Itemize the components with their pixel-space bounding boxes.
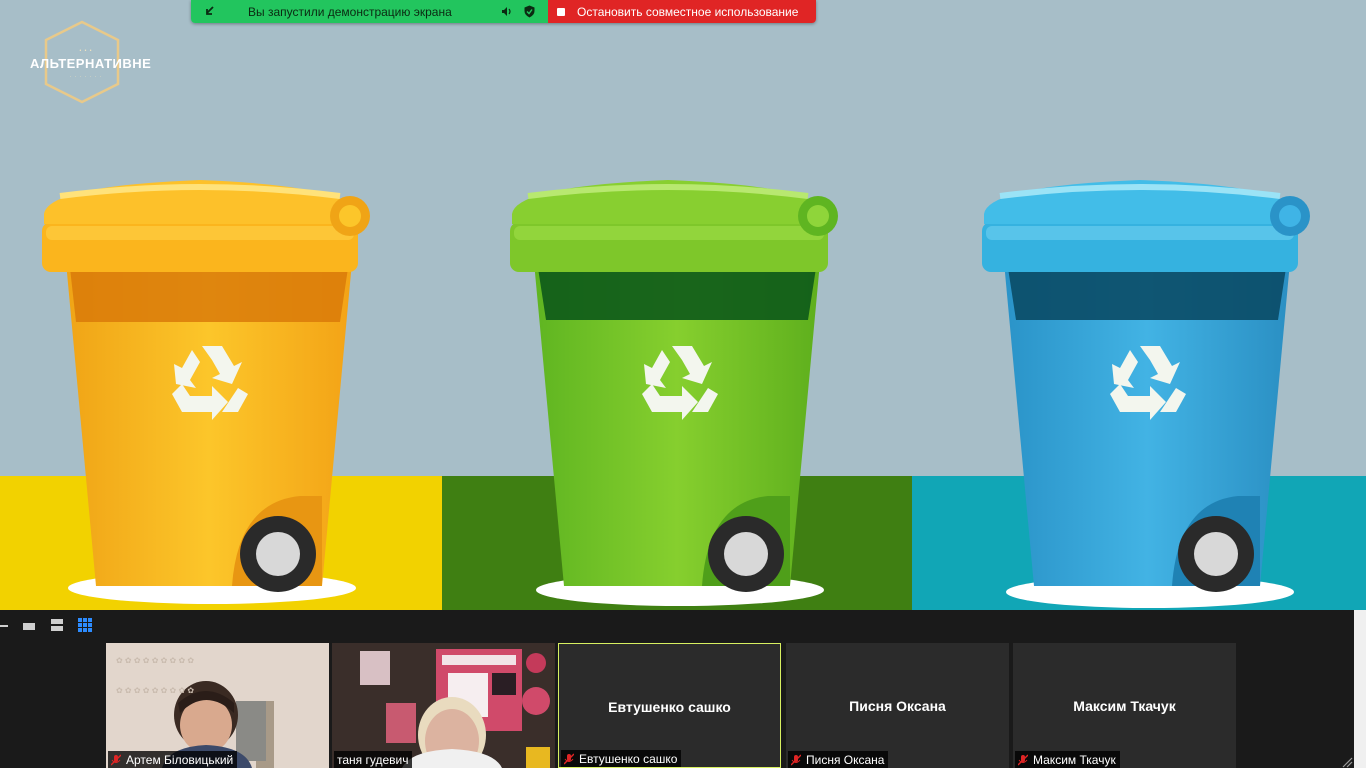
participant-video: ✿ ✿ ✿ ✿ ✿ ✿ ✿ ✿ ✿ ✿ ✿ ✿ ✿ ✿ ✿ ✿ ✿ ✿ xyxy=(106,643,329,768)
participant-display-name: Максим Ткачук xyxy=(1073,698,1176,714)
mic-muted-icon xyxy=(791,754,801,765)
share-banner: Вы запустили демонстрацию экрана Останов… xyxy=(191,0,816,23)
participant-name: Максим Ткачук xyxy=(1033,752,1116,767)
participant-display-name: Евтушенко сашко xyxy=(608,699,731,715)
logo: • • • АЛЬТЕРНАТИВНЕ · · · · · · · xyxy=(30,48,152,80)
shared-slide: • • • АЛЬТЕРНАТИВНЕ · · · · · · · xyxy=(0,0,1366,610)
participant-name: Писня Оксана xyxy=(806,752,885,767)
participant-name-tag: Артем Біловицький xyxy=(108,751,238,768)
stop-sharing-label: Остановить совместное использование xyxy=(577,4,799,19)
sharing-status-bar: Вы запустили демонстрацию экрана xyxy=(191,0,548,23)
mic-muted-icon xyxy=(564,753,574,764)
participant-name-tag: Максим Ткачук xyxy=(1015,751,1120,768)
stop-icon xyxy=(557,7,565,16)
strip-view-icon[interactable] xyxy=(50,617,64,633)
view-controls xyxy=(0,616,106,634)
participant-tile[interactable]: ✿ ✿ ✿ ✿ ✿ ✿ ✿ ✿ ✿ ✿ ✿ ✿ ✿ ✿ ✿ ✿ ✿ ✿ Арте… xyxy=(106,643,329,768)
yellow-bin xyxy=(42,180,370,592)
mic-muted-icon xyxy=(111,754,121,765)
participant-tile[interactable]: таня гудевич xyxy=(332,643,555,768)
share-arrow-icon[interactable] xyxy=(204,6,215,17)
participant-name: таня гудевич xyxy=(337,752,409,767)
svg-text:✿ ✿ ✿ ✿ ✿ ✿ ✿ ✿ ✿: ✿ ✿ ✿ ✿ ✿ ✿ ✿ ✿ ✿ xyxy=(116,656,194,665)
participant-display-name: Писня Оксана xyxy=(849,698,946,714)
minimize-icon[interactable] xyxy=(0,617,8,633)
slide-artwork xyxy=(0,20,1366,610)
shield-icon[interactable] xyxy=(524,5,535,18)
participant-name-tag: Евтушенко сашко xyxy=(561,750,682,767)
svg-text:✿ ✿ ✿ ✿ ✿ ✿ ✿ ✿ ✿: ✿ ✿ ✿ ✿ ✿ ✿ ✿ ✿ ✿ xyxy=(116,686,194,695)
logo-text: АЛЬТЕРНАТИВНЕ xyxy=(30,56,152,71)
speaker-view-icon[interactable] xyxy=(22,617,36,633)
blue-bin xyxy=(982,180,1310,592)
participant-tile-active-speaker[interactable]: Евтушенко сашко Евтушенко сашко xyxy=(558,643,781,768)
participant-name-tag: Писня Оксана xyxy=(788,751,889,768)
speaker-icon[interactable] xyxy=(501,6,513,17)
participant-name: Евтушенко сашко xyxy=(579,751,678,766)
participant-name-tag: таня гудевич xyxy=(334,751,413,768)
sharing-status-text: Вы запустили демонстрацию экрана xyxy=(248,5,452,19)
gallery-view-icon[interactable] xyxy=(78,617,92,633)
gallery-scrollbar[interactable] xyxy=(1354,610,1366,768)
participant-tile[interactable]: Писня Оксана Писня Оксана xyxy=(786,643,1009,768)
participant-tile[interactable]: Максим Ткачук Максим Ткачук xyxy=(1013,643,1236,768)
green-bin xyxy=(510,180,838,592)
stop-sharing-button[interactable]: Остановить совместное использование xyxy=(548,0,816,23)
participant-name: Артем Біловицький xyxy=(126,752,234,767)
mic-muted-icon xyxy=(1018,754,1028,765)
resize-grip-icon[interactable] xyxy=(1341,756,1353,768)
participant-video xyxy=(332,643,555,768)
